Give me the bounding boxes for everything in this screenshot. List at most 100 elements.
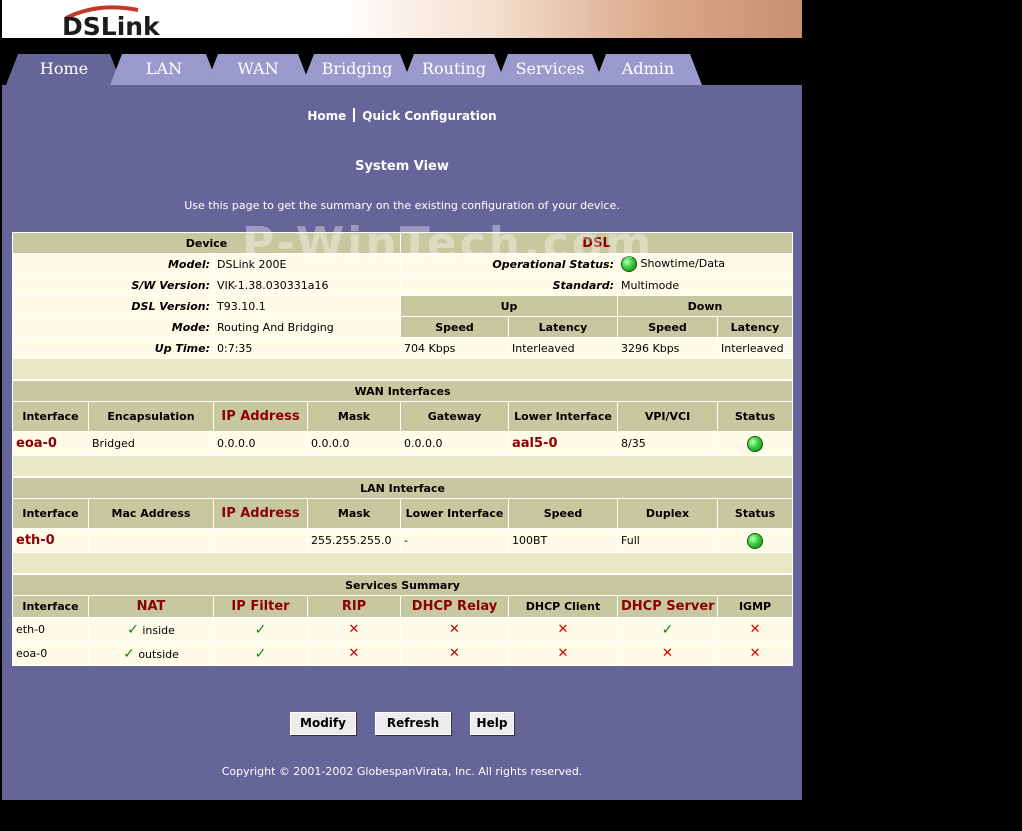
model-label: Model: — [12, 253, 214, 275]
tab-wan[interactable]: WAN — [206, 54, 310, 85]
wan-col-vpivci: VPI/VCI — [617, 401, 718, 432]
breadcrumb-home-link[interactable]: Home — [307, 109, 346, 123]
svc-nat: ✓ outside — [88, 641, 214, 666]
wan-vpivci: 8/35 — [617, 431, 718, 456]
breadcrumb-current: Quick Configuration — [362, 109, 497, 123]
nat-note: outside — [138, 647, 179, 661]
lan-duplex: Full — [617, 528, 718, 553]
top-banner: DSLink — [2, 0, 802, 38]
wan-col-encapsulation: Encapsulation — [88, 401, 214, 432]
dsl-version-value: T93.10.1 — [212, 295, 402, 317]
svc-rip: ✕ — [307, 641, 401, 666]
check-icon: ✓ — [254, 645, 267, 662]
cross-icon: ✕ — [662, 646, 673, 661]
down-header: Down — [617, 295, 794, 317]
cross-icon: ✕ — [348, 622, 360, 637]
check-icon: ✓ — [254, 621, 267, 638]
lan-col-lower-interface: Lower Interface — [400, 498, 509, 529]
breadcrumb: Home Quick Configuration — [2, 108, 802, 123]
services-table: Services Summary Interface NAT IP Filter… — [11, 574, 794, 666]
svc-dhcp-relay: ✕ — [400, 641, 509, 666]
lan-lower-interface: - — [400, 528, 509, 553]
sw-version-value: VIK-1.38.030331a16 — [212, 274, 402, 296]
wan-col-lower-interface: Lower Interface — [508, 401, 618, 432]
svc-col-rip: RIP — [307, 595, 401, 618]
lan-col-ip: IP Address — [213, 498, 308, 529]
cross-icon: ✕ — [449, 646, 460, 661]
green-status-icon — [747, 435, 763, 452]
wan-lower-interface-link[interactable]: aal5-0 — [508, 431, 618, 456]
dslink-logo: DSLink — [62, 5, 161, 38]
lan-col-status: Status — [716, 498, 794, 529]
svc-igmp: ✕ — [716, 617, 794, 642]
lan-col-interface: Interface — [12, 498, 89, 529]
svc-dhcp-server: ✓ — [617, 617, 718, 642]
lan-col-speed: Speed — [508, 498, 618, 529]
check-icon: ✓ — [123, 645, 135, 662]
svc-ipfilter: ✓ — [213, 617, 308, 642]
wan-encapsulation: Bridged — [88, 431, 214, 456]
device-header: Device — [11, 232, 402, 254]
wan-gateway: 0.0.0.0 — [400, 431, 509, 456]
tab-admin[interactable]: Admin — [594, 54, 702, 85]
wan-col-status: Status — [717, 401, 793, 432]
wan-interface-link[interactable]: eoa-0 — [12, 431, 89, 456]
up-speed-value: 704 Kbps — [400, 337, 510, 359]
lan-col-duplex: Duplex — [617, 498, 718, 529]
svc-col-igmp: IGMP — [716, 595, 794, 618]
up-speed-header: Speed — [400, 316, 510, 338]
down-latency-header: Latency — [717, 316, 794, 338]
svc-col-ipfilter: IP Filter — [213, 595, 308, 618]
services-header: Services Summary — [11, 574, 794, 596]
copyright: Copyright © 2001-2002 GlobespanVirata, I… — [221, 765, 583, 778]
wan-status — [717, 431, 793, 456]
breadcrumb-separator — [353, 108, 356, 122]
wan-col-ip: IP Address — [213, 401, 308, 432]
cross-icon: ✕ — [348, 646, 360, 661]
operational-status-label: Operational Status: — [400, 253, 619, 275]
down-speed-value: 3296 Kbps — [617, 337, 719, 359]
lan-table: LAN Interface Interface Mac Address IP A… — [11, 477, 794, 574]
refresh-button[interactable]: Refresh — [375, 712, 451, 735]
tab-bar: Home LAN WAN Bridging Routing Services A… — [2, 38, 802, 85]
tab-home[interactable]: Home — [6, 54, 122, 85]
tab-lan[interactable]: LAN — [110, 54, 218, 85]
tab-routing[interactable]: Routing — [402, 54, 506, 85]
lan-mac — [88, 528, 214, 553]
lan-interface-link[interactable]: eth-0 — [12, 528, 89, 553]
dsl-header: DSL — [400, 232, 794, 254]
model-value: DSLink 200E — [212, 253, 402, 275]
tab-services[interactable]: Services — [496, 54, 604, 85]
green-status-icon — [747, 532, 764, 549]
uptime-label: Up Time: — [12, 337, 214, 359]
svc-nat: ✓ inside — [88, 617, 214, 642]
modify-button[interactable]: Modify — [290, 712, 356, 735]
cross-icon: ✕ — [557, 646, 569, 661]
down-speed-header: Speed — [617, 316, 719, 338]
svc-row-interface: eth-0 — [12, 617, 89, 642]
svc-row-interface: eoa-0 — [12, 641, 89, 666]
cross-icon: ✕ — [557, 622, 569, 637]
operational-status-value: Showtime/Data — [617, 253, 794, 275]
wan-col-interface: Interface — [12, 401, 89, 432]
lan-header: LAN Interface — [11, 477, 794, 499]
device-dsl-table: Device DSL Model: DSLink 200E Operationa… — [11, 232, 794, 380]
wan-ip: 0.0.0.0 — [213, 431, 308, 456]
page-title: System View — [355, 159, 449, 174]
spacer-row — [12, 455, 793, 477]
uptime-value: 0:7:35 — [212, 337, 402, 359]
wan-table: WAN Interfaces Interface Encapsulation I… — [12, 380, 793, 477]
standard-label: Standard: — [400, 274, 619, 296]
tab-bridging[interactable]: Bridging — [302, 54, 412, 85]
wan-col-mask: Mask — [307, 401, 401, 432]
help-button[interactable]: Help — [470, 712, 514, 735]
wan-mask: 0.0.0.0 — [307, 431, 401, 456]
down-latency-value: Interleaved — [717, 337, 794, 359]
nat-note: inside — [142, 623, 175, 637]
logo-text: DSLink — [62, 12, 161, 38]
svc-dhcp-relay: ✕ — [400, 617, 509, 642]
check-icon: ✓ — [661, 621, 674, 638]
svc-dhcp-client: ✕ — [508, 617, 618, 642]
lan-col-mask: Mask — [307, 498, 401, 529]
lan-ip — [213, 528, 308, 553]
